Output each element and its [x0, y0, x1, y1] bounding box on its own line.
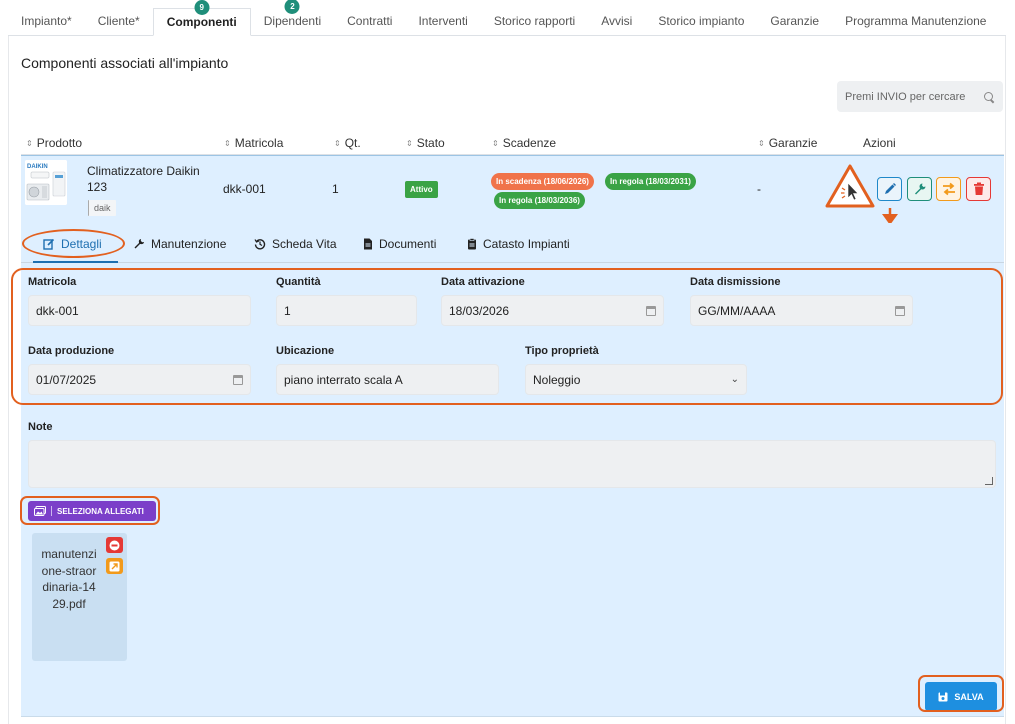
detail-tabs: Dettagli Manutenzione Scheda Vita Docume… — [21, 223, 1004, 263]
wrench-icon — [914, 183, 925, 195]
deadline-pill: In regola (18/03/2031) — [605, 173, 696, 190]
maintenance-button[interactable] — [907, 177, 932, 201]
deadline-pill: In scadenza (18/06/2026) — [491, 173, 594, 190]
search-icon[interactable] — [983, 91, 995, 103]
column-header-stato[interactable]: ⇕ Stato — [406, 136, 445, 150]
label-ubicazione: Ubicazione — [276, 345, 335, 357]
clipboard-icon — [468, 238, 476, 250]
column-header-scadenze[interactable]: ⇕ Scadenze — [492, 136, 556, 150]
tab-storico-impianto[interactable]: Storico impianto — [645, 8, 757, 35]
tab-programma-manutenzione[interactable]: Programma Manutenzione — [832, 8, 999, 35]
tab-manutenzione[interactable]: Manutenzione — [133, 237, 226, 251]
tab-interventi[interactable]: Interventi — [405, 8, 480, 35]
sort-icon: ⇕ — [26, 139, 33, 148]
brand-logo: DAIKIN — [27, 164, 48, 170]
tab-componenti[interactable]: 9 Componenti — [152, 0, 251, 36]
product-thumbnail: DAIKIN — [25, 160, 67, 205]
save-button[interactable]: SALVA — [925, 682, 997, 711]
data-dismissione-field[interactable]: GG/MM/AAAA — [690, 295, 913, 326]
tab-documenti[interactable]: Documenti — [363, 237, 436, 251]
label-data-attivazione: Data attivazione — [441, 276, 525, 288]
column-header-prodotto[interactable]: ⇕ Prodotto — [26, 136, 82, 150]
label-data-dismissione: Data dismissione — [690, 276, 781, 288]
label-matricola: Matricola — [28, 276, 77, 288]
cell-matricola: dkk-001 — [223, 182, 266, 196]
column-header-qt[interactable]: ⇕ Qt. — [334, 136, 361, 150]
edit-button[interactable] — [877, 177, 902, 201]
label-tipo-proprieta: Tipo proprietà — [525, 345, 599, 357]
tab-dipendenti[interactable]: 2 Dipendenti — [251, 0, 334, 35]
cell-garanzie: - — [757, 182, 761, 196]
component-tabs: Impianto* Cliente* 9 Componenti 2 Dipenden… — [8, 0, 1006, 36]
search-input[interactable]: Premi INVIO per cercare — [837, 81, 1003, 112]
calendar-icon[interactable] — [646, 305, 656, 316]
calendar-icon[interactable] — [895, 305, 905, 316]
column-header-matricola[interactable]: ⇕ Matricola — [224, 136, 283, 150]
note-textarea[interactable] — [28, 440, 996, 488]
detail-panel: Dettagli Manutenzione Scheda Vita Docume… — [21, 223, 1004, 717]
history-icon — [254, 239, 266, 250]
sort-icon: ⇕ — [492, 139, 499, 148]
chevron-down-icon: ⌄ — [730, 374, 739, 385]
product-name: Climatizzatore Daikin 123 — [87, 164, 200, 194]
ubicazione-field[interactable]: piano interrato scala A — [276, 364, 499, 395]
pencil-icon — [884, 183, 896, 194]
remove-attachment-button[interactable] — [106, 537, 123, 553]
count-badge: 2 — [284, 0, 300, 14]
data-attivazione-field[interactable]: 18/03/2026 — [441, 295, 664, 326]
matricola-field[interactable]: dkk-001 — [28, 295, 251, 326]
tab-dettagli[interactable]: Dettagli — [43, 237, 102, 251]
tab-impianto[interactable]: Impianto* — [8, 8, 85, 35]
count-badge: 9 — [194, 0, 210, 15]
wrench-icon — [134, 239, 144, 249]
data-produzione-field[interactable]: 01/07/2025 — [28, 364, 251, 395]
column-header-garanzie[interactable]: ⇕ Garanzie — [758, 136, 817, 150]
deadline-pill: In regola (18/03/2036) — [494, 192, 585, 209]
tab-scheda-vita[interactable]: Scheda Vita — [254, 237, 337, 251]
label-data-produzione: Data produzione — [28, 345, 115, 357]
active-tab-indicator — [33, 261, 118, 263]
product-tag: daik — [88, 200, 116, 216]
transfer-button[interactable] — [936, 177, 961, 201]
tipo-proprieta-select[interactable]: Noleggio ⌄ — [525, 364, 747, 395]
resize-handle-icon[interactable] — [985, 477, 993, 485]
label-quantita: Quantità — [276, 276, 321, 288]
sort-icon: ⇕ — [758, 139, 765, 148]
exchange-icon — [942, 182, 955, 196]
select-attachments-button[interactable]: SELEZIONA ALLEGATI — [28, 501, 156, 521]
delete-button[interactable] — [966, 177, 991, 201]
edit-square-icon — [43, 238, 55, 250]
tab-storico-rapporti[interactable]: Storico rapporti — [481, 8, 588, 35]
tab-cliente[interactable]: Cliente* — [85, 8, 153, 35]
floppy-icon — [938, 692, 948, 701]
calendar-icon[interactable] — [233, 374, 243, 385]
cell-qt: 1 — [332, 182, 339, 196]
minus-circle-icon — [109, 540, 120, 550]
tab-contratti[interactable]: Contratti — [334, 8, 405, 35]
sort-icon: ⇕ — [224, 139, 231, 148]
label-note: Note — [28, 421, 53, 433]
column-header-azioni: Azioni — [863, 136, 896, 150]
attachment-name: manutenzione-straordinaria-1429.pdf — [41, 547, 97, 611]
tab-catasto-impianti[interactable]: Catasto Impianti — [467, 237, 570, 251]
status-badge: Attivo — [405, 181, 438, 198]
tab-garanzie[interactable]: Garanzie — [757, 8, 832, 35]
warning-annotation-icon — [825, 164, 875, 208]
page-title: Componenti associati all'impianto — [21, 55, 229, 71]
attachment-card: manutenzione-straordinaria-1429.pdf — [32, 533, 127, 661]
quantita-field[interactable]: 1 — [276, 295, 417, 326]
file-icon — [364, 238, 372, 250]
search-placeholder: Premi INVIO per cercare — [845, 90, 966, 103]
sort-icon: ⇕ — [406, 139, 413, 148]
tab-avvisi[interactable]: Avvisi — [588, 8, 645, 35]
external-link-icon — [109, 561, 120, 571]
trash-icon — [973, 182, 984, 195]
divider — [51, 506, 52, 516]
open-attachment-button[interactable] — [106, 558, 123, 574]
sort-icon: ⇕ — [334, 139, 341, 148]
images-icon — [34, 506, 46, 516]
